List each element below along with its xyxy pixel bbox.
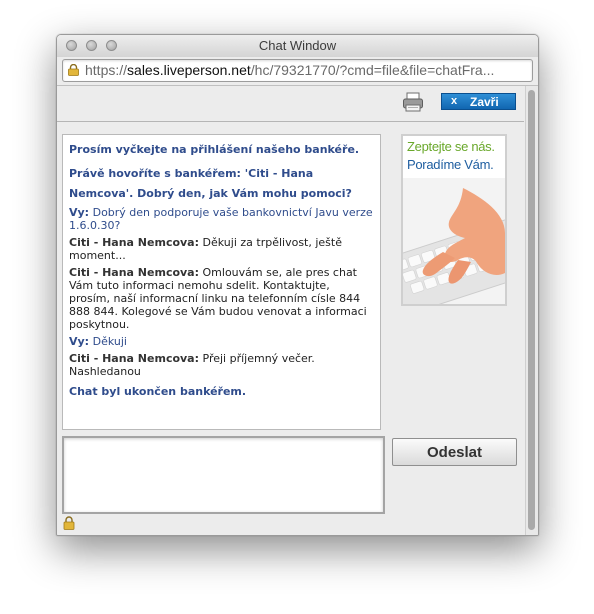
close-icon: x — [451, 95, 458, 107]
message-input[interactable] — [62, 436, 385, 514]
message-sender: Citi - Hana Nemcova: — [69, 352, 200, 365]
ad-subline: Poradíme Vám. — [407, 157, 494, 172]
url-path: /hc/79321770/?cmd=file&file=chatFra... — [250, 62, 495, 78]
message-sender: Vy: — [69, 335, 90, 348]
message-text: Dobrý den podporuje vaše bankovnictví Ja… — [69, 206, 373, 232]
toolbar-divider — [57, 121, 524, 122]
message-sender: Citi - Hana Nemcova: — [69, 266, 200, 279]
advertisement-banner[interactable]: Zeptejte se nás. Poradíme Vám. — [401, 134, 507, 306]
message-text: Děkuji — [92, 335, 127, 348]
printer-icon[interactable] — [402, 91, 424, 113]
url-bar[interactable]: https://sales.liveperson.net/hc/79321770… — [62, 59, 533, 82]
message-sender: Vy: — [69, 206, 90, 219]
close-chat-button[interactable]: x Zavři — [441, 93, 516, 110]
send-button[interactable]: Odeslat — [392, 438, 517, 466]
scrollbar-thumb[interactable] — [528, 90, 535, 530]
page-content: x Zavři Prosím vyčkejte na přihlášení na… — [57, 85, 538, 535]
system-message: Prosím vyčkejte na přihlášení našeho ban… — [69, 143, 360, 156]
window-scrollbar[interactable] — [525, 86, 538, 535]
url-text: https://sales.liveperson.net/hc/79321770… — [85, 62, 525, 78]
title-bar[interactable]: Chat Window — [57, 35, 538, 57]
url-prefix: https:// — [85, 62, 128, 78]
lock-icon — [68, 64, 79, 76]
keyboard-hand-image — [403, 178, 505, 304]
user-message: Vy: Děkuji — [69, 335, 374, 348]
agent-message: Citi - Hana Nemcova: Děkuji za trpělivos… — [69, 236, 374, 262]
close-label: Zavři — [470, 95, 499, 109]
chat-transcript[interactable]: Prosím vyčkejte na přihlášení našeho ban… — [62, 134, 381, 430]
user-message: Vy: Dobrý den podporuje vaše bankovnictv… — [69, 206, 374, 232]
message-sender: Citi - Hana Nemcova: — [69, 236, 200, 249]
system-message: Chat byl ukončen bankéřem. — [69, 385, 247, 398]
agent-message: Citi - Hana Nemcova: Omlouvám se, ale pr… — [69, 266, 374, 331]
lock-icon — [63, 516, 75, 530]
ad-headline: Zeptejte se nás. — [407, 139, 495, 154]
chat-window: Chat Window https://sales.liveperson.net… — [56, 34, 539, 536]
window-title: Chat Window — [258, 38, 337, 53]
url-host: sales.liveperson.net — [127, 62, 251, 78]
system-message: Právě hovoříte s bankéřem: 'Citi - Hana … — [69, 167, 352, 200]
agent-message: Citi - Hana Nemcova: Přeji příjemný veče… — [69, 352, 374, 378]
